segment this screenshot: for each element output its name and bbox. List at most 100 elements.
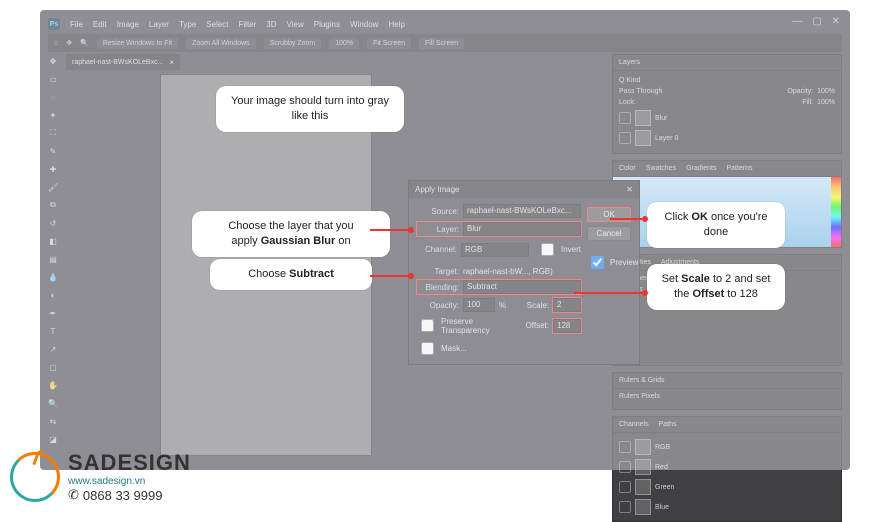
layers-opacity[interactable]: 100%: [817, 88, 835, 95]
tab-swatches[interactable]: Swatches: [646, 165, 676, 172]
opacity-input[interactable]: 100: [463, 298, 495, 312]
tool-lasso-icon[interactable]: ◌: [46, 90, 60, 104]
connector: [370, 275, 410, 277]
preserve-checkbox[interactable]: [421, 319, 434, 332]
document-tab[interactable]: raphael-nast-BWsKOLeBxc... ×: [66, 54, 180, 70]
dialog-close-icon[interactable]: ✕: [626, 185, 633, 194]
channel-thumb: [635, 499, 651, 515]
source-dropdown[interactable]: raphael-nast-BWsKOLeBxc...: [463, 204, 581, 218]
visibility-icon[interactable]: [619, 441, 631, 453]
tool-fgbg-icon[interactable]: ◪: [46, 432, 60, 446]
visibility-icon[interactable]: [619, 461, 631, 473]
menu-help[interactable]: Help: [388, 20, 404, 29]
menu-3d[interactable]: 3D: [266, 20, 276, 29]
home-icon[interactable]: ⌂: [54, 40, 58, 47]
channel-row[interactable]: Blue: [619, 497, 835, 517]
layers-fill[interactable]: 100%: [817, 99, 835, 106]
annotation-ok: Click OK once you're done: [647, 202, 785, 248]
menu-bar: Ps File Edit Image Layer Type Select Fil…: [48, 16, 842, 32]
tool-move-icon[interactable]: ✥: [46, 54, 60, 68]
opt-zoom[interactable]: 100%: [329, 38, 359, 49]
tool-eyedrop-icon[interactable]: ✎: [46, 144, 60, 158]
tool-marquee-icon[interactable]: ▭: [46, 72, 60, 86]
tool-stamp-icon[interactable]: ⧉: [46, 198, 60, 212]
blending-dropdown[interactable]: Subtract: [463, 280, 581, 294]
tab-paths[interactable]: Paths: [659, 421, 677, 428]
tool-swap-icon[interactable]: ⇆: [46, 414, 60, 428]
tool-rect-icon[interactable]: ▢: [46, 360, 60, 374]
opt-fill[interactable]: Fill Screen: [419, 38, 464, 49]
search-icon[interactable]: 🔍: [80, 39, 89, 47]
tool-wand-icon[interactable]: ✦: [46, 108, 60, 122]
layer-row[interactable]: Layer 0: [619, 128, 835, 148]
opt-fit[interactable]: Fit Screen: [367, 38, 411, 49]
opt-zoom-all[interactable]: Zoom All Windows: [186, 38, 256, 49]
tool-heal-icon[interactable]: ✚: [46, 162, 60, 176]
mask-checkbox[interactable]: [421, 342, 434, 355]
tool-brush-icon[interactable]: 🖌: [46, 180, 60, 194]
visibility-icon[interactable]: [619, 501, 631, 513]
tool-blur-icon[interactable]: 💧: [46, 270, 60, 284]
layers-search[interactable]: Q Kind: [619, 77, 640, 84]
menu-window[interactable]: Window: [350, 20, 378, 29]
channel-name: Green: [655, 484, 674, 491]
menu-view[interactable]: View: [287, 20, 304, 29]
hue-slider[interactable]: [831, 177, 841, 247]
offset-input[interactable]: 128: [553, 319, 581, 333]
channel-thumb: [635, 439, 651, 455]
tool-crop-icon[interactable]: ⛶: [46, 126, 60, 140]
visibility-icon[interactable]: [619, 112, 631, 124]
menu-type[interactable]: Type: [179, 20, 196, 29]
layers-fill-label: Fill:: [802, 99, 813, 106]
menu-plugins[interactable]: Plugins: [314, 20, 340, 29]
layer-name: Blur: [655, 115, 667, 122]
brand-logo: SADESIGN www.sadesign.vn ✆0868 33 9999: [10, 450, 191, 503]
annotation-scale-offset: Set Scale to 2 and set the Offset to 128: [647, 264, 785, 310]
tool-type-icon[interactable]: T: [46, 324, 60, 338]
layer-dropdown[interactable]: Blur: [463, 222, 581, 236]
visibility-icon[interactable]: [619, 481, 631, 493]
tool-dodge-icon[interactable]: ◐: [46, 288, 60, 302]
opt-scrubby[interactable]: Scrubby Zoom: [264, 38, 322, 49]
menu-layer[interactable]: Layer: [149, 20, 169, 29]
channel-row[interactable]: Red: [619, 457, 835, 477]
rulers-units[interactable]: Pixels: [641, 393, 660, 400]
menu-file[interactable]: File: [70, 20, 83, 29]
layer-row[interactable]: Blur: [619, 108, 835, 128]
visibility-icon[interactable]: [619, 132, 631, 144]
menu-filter[interactable]: Filter: [239, 20, 257, 29]
tab-color[interactable]: Color: [619, 165, 636, 172]
tab-patterns[interactable]: Patterns: [726, 165, 752, 172]
cancel-button[interactable]: Cancel: [587, 226, 631, 241]
scale-input[interactable]: 2: [553, 298, 581, 312]
tab-layers[interactable]: Layers: [619, 59, 640, 66]
close-icon[interactable]: ✕: [832, 16, 840, 27]
channel-name: RGB: [655, 444, 670, 451]
tool-icon[interactable]: ✥: [66, 39, 72, 47]
tool-eraser-icon[interactable]: ◧: [46, 234, 60, 248]
annotation-layer: Choose the layer that you apply Gaussian…: [192, 211, 390, 257]
menu-select[interactable]: Select: [206, 20, 228, 29]
tool-history-icon[interactable]: ↺: [46, 216, 60, 230]
close-tab-icon[interactable]: ×: [169, 58, 174, 67]
maximize-icon[interactable]: ▢: [812, 16, 821, 27]
channel-row[interactable]: Green: [619, 477, 835, 497]
tool-path-icon[interactable]: ↗: [46, 342, 60, 356]
menu-image[interactable]: Image: [117, 20, 139, 29]
tool-pen-icon[interactable]: ✒: [46, 306, 60, 320]
opt-resize[interactable]: Resize Windows to Fit: [97, 38, 178, 49]
channel-dropdown[interactable]: RGB: [461, 243, 529, 257]
tool-hand-icon[interactable]: ✋: [46, 378, 60, 392]
menu-edit[interactable]: Edit: [93, 20, 107, 29]
rulers-label: Rulers: [619, 393, 639, 400]
tab-channels[interactable]: Channels: [619, 421, 649, 428]
channel-row[interactable]: RGB: [619, 437, 835, 457]
tab-rulers[interactable]: Rulers & Grids: [619, 377, 665, 384]
tool-zoom-icon[interactable]: 🔍: [46, 396, 60, 410]
invert-checkbox[interactable]: [541, 243, 554, 256]
tab-gradients[interactable]: Gradients: [686, 165, 716, 172]
minimize-icon[interactable]: —: [792, 16, 802, 27]
preview-checkbox[interactable]: [591, 256, 604, 269]
tool-gradient-icon[interactable]: ▤: [46, 252, 60, 266]
layers-blend[interactable]: Pass Through: [619, 88, 662, 95]
